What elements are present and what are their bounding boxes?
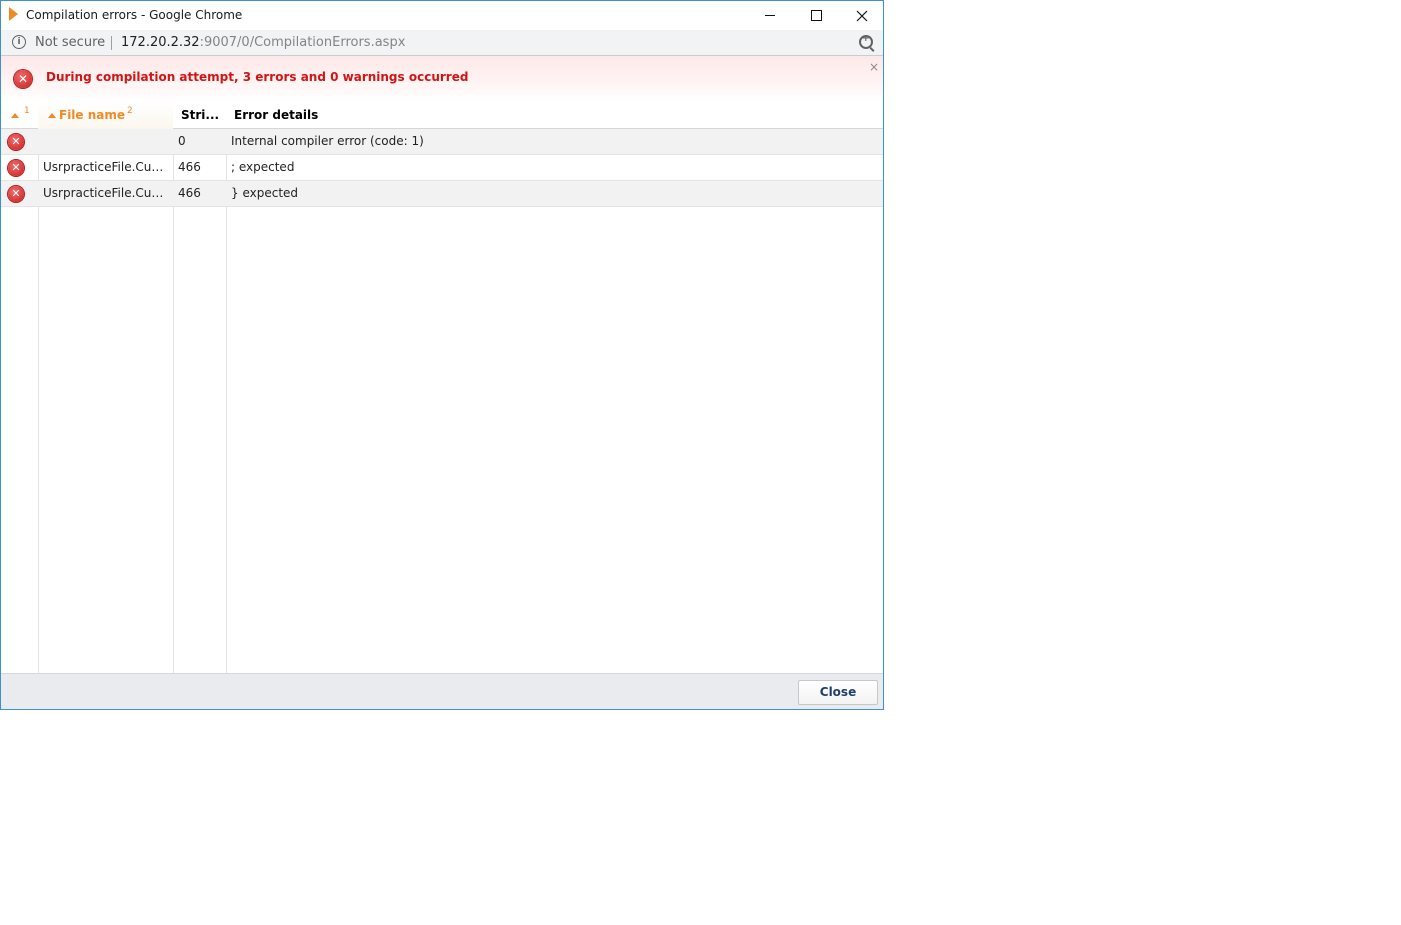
column-header-line[interactable]: Stri... [173, 102, 226, 129]
address-bar[interactable]: i Not secure 172.20.2.32:9007/0/Compilat… [1, 30, 883, 56]
line-cell: 466 [178, 186, 201, 200]
close-icon [856, 10, 868, 21]
file-name-cell: UsrpracticeFile.Custo... [43, 160, 167, 174]
error-details-cell: ; expected [231, 160, 295, 174]
maximize-button[interactable] [793, 1, 839, 30]
error-icon: ✕ [14, 70, 32, 88]
column-header-label: Error details [234, 108, 319, 122]
errors-grid: 1 File name 2 Stri... Error details ✕ 0 I… [1, 102, 883, 673]
browser-window: Compilation errors - Google Chrome i Not… [0, 0, 884, 710]
minimize-button[interactable] [747, 1, 793, 30]
line-cell: 0 [178, 134, 186, 148]
status-cell: ✕ [1, 155, 38, 180]
url-path: :9007/0/CompilationErrors.aspx [199, 35, 406, 50]
maximize-icon [810, 10, 822, 21]
sort-ascending-icon [11, 113, 19, 118]
zoom-icon[interactable] [859, 34, 873, 49]
url-text[interactable]: 172.20.2.32:9007/0/CompilationErrors.asp… [121, 35, 405, 50]
app-play-icon [9, 7, 18, 21]
grid-header: 1 File name 2 Stri... Error details [1, 102, 883, 129]
minimize-icon [765, 15, 775, 16]
column-header-label: File name [59, 108, 126, 122]
error-icon: ✕ [8, 134, 24, 150]
address-separator [111, 36, 112, 50]
error-icon: ✕ [8, 186, 24, 202]
file-name-cell: UsrpracticeFile.Custo... [43, 186, 167, 200]
error-details-cell: Internal compiler error (code: 1) [231, 134, 424, 148]
sort-index: 1 [24, 106, 30, 116]
column-header-file-name[interactable]: File name 2 [38, 102, 173, 129]
error-icon: ✕ [8, 160, 24, 176]
info-icon[interactable]: i [12, 35, 26, 49]
window-title: Compilation errors - Google Chrome [26, 8, 243, 22]
error-details-cell: } expected [231, 186, 299, 200]
close-button[interactable]: Close [798, 680, 878, 705]
title-bar: Compilation errors - Google Chrome [1, 1, 883, 30]
error-banner: ✕ During compilation attempt, 3 errors a… [1, 56, 883, 101]
banner-close-button[interactable]: × [869, 60, 879, 74]
close-window-button[interactable] [839, 1, 883, 30]
file-name-cell [43, 129, 167, 154]
line-cell: 466 [178, 160, 201, 174]
url-host: 172.20.2.32 [121, 35, 200, 50]
sort-ascending-icon [48, 113, 56, 118]
table-row[interactable]: ✕ 0 Internal compiler error (code: 1) [1, 129, 883, 155]
dialog-footer: Close [1, 673, 883, 709]
sort-index: 2 [127, 106, 133, 116]
error-message: During compilation attempt, 3 errors and… [46, 70, 469, 84]
column-header-label: Stri... [181, 108, 220, 122]
table-row[interactable]: ✕ UsrpracticeFile.Custo... 466 } expecte… [1, 181, 883, 207]
status-cell: ✕ [1, 181, 38, 206]
table-row[interactable]: ✕ UsrpracticeFile.Custo... 466 ; expecte… [1, 155, 883, 181]
security-label[interactable]: Not secure [35, 35, 105, 50]
status-cell: ✕ [1, 129, 38, 154]
column-header-status[interactable]: 1 [1, 102, 38, 129]
column-header-error-details[interactable]: Error details [226, 102, 883, 129]
